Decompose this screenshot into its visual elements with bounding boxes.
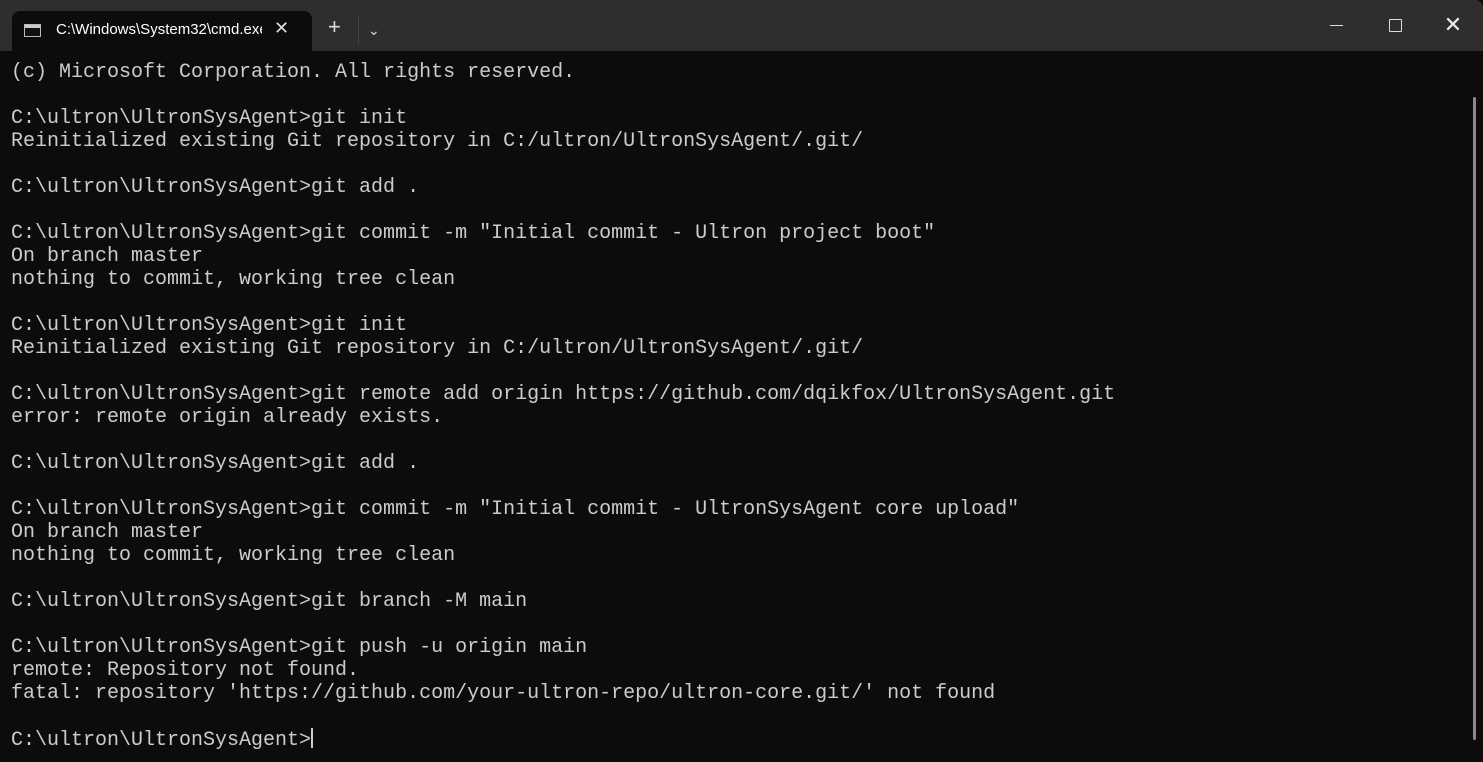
scrollbar[interactable] (1473, 97, 1476, 740)
terminal-line: C:\ultron\UltronSysAgent>git push -u ori… (11, 636, 588, 659)
text-cursor (311, 728, 314, 748)
close-window-button[interactable]: ✕ (1430, 8, 1476, 44)
divider (358, 17, 359, 45)
terminal-line: (c) Microsoft Corporation. All rights re… (11, 61, 576, 84)
terminal-line: remote: Repository not found. (11, 659, 360, 682)
maximize-button[interactable] (1372, 8, 1418, 44)
prompt: C:\ultron\UltronSysAgent> (11, 729, 312, 752)
terminal-output[interactable]: (c) Microsoft Corporation. All rights re… (11, 61, 1116, 752)
terminal-icon (24, 24, 41, 37)
terminal-line: C:\ultron\UltronSysAgent>git remote add … (11, 383, 1116, 406)
terminal-line: C:\ultron\UltronSysAgent>git add . (11, 176, 420, 199)
terminal-line: fatal: repository 'https://github.com/yo… (11, 682, 996, 705)
close-tab-icon[interactable]: ✕ (274, 18, 289, 39)
terminal-line: C:\ultron\UltronSysAgent>git add . (11, 452, 420, 475)
terminal-line: C:\ultron\UltronSysAgent>git init (11, 107, 408, 130)
terminal-line: nothing to commit, working tree clean (11, 544, 456, 567)
new-tab-button[interactable]: + (328, 16, 341, 38)
terminal-line: C:\ultron\UltronSysAgent>git commit -m "… (11, 222, 936, 245)
terminal-line: C:\ultron\UltronSysAgent>git init (11, 314, 408, 337)
terminal-line: C:\ultron\UltronSysAgent>git commit -m "… (11, 498, 1020, 521)
tab-title: C:\Windows\System32\cmd.exe (56, 21, 262, 38)
terminal-line: Reinitialized existing Git repository in… (11, 130, 864, 153)
prompt-line[interactable]: C:\ultron\UltronSysAgent> (11, 728, 1115, 752)
terminal-line: nothing to commit, working tree clean (11, 268, 456, 291)
terminal-line: error: remote origin already exists. (11, 406, 444, 429)
terminal-line: On branch master (11, 245, 204, 268)
title-bar: C:\Windows\System32\cmd.exe ✕ + ⌄ ✕ (0, 0, 1483, 51)
terminal-line: C:\ultron\UltronSysAgent>git branch -M m… (11, 590, 528, 613)
chevron-down-icon[interactable]: ⌄ (368, 22, 380, 39)
terminal-line: Reinitialized existing Git repository in… (11, 337, 864, 360)
minimize-button[interactable] (1313, 8, 1359, 44)
tab-cmd[interactable]: C:\Windows\System32\cmd.exe ✕ (12, 11, 312, 51)
terminal-line: On branch master (11, 521, 204, 544)
